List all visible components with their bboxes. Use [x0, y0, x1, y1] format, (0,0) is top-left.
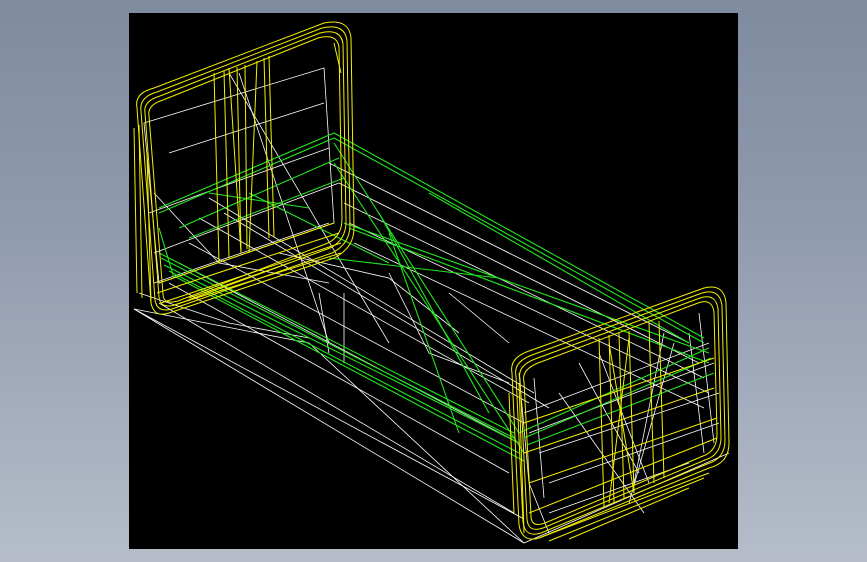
headboard-wireframe: [133, 21, 355, 315]
bed-frame-wireframe: [133, 67, 730, 544]
cad-viewport[interactable]: [129, 13, 738, 549]
bed-wireframe-model: [133, 21, 730, 544]
cad-window-background: { "viewport": { "background": "#000000",…: [0, 0, 867, 562]
footboard-wireframe: [508, 286, 730, 542]
side-rails-wireframe: [158, 132, 715, 462]
